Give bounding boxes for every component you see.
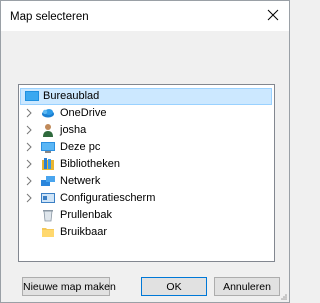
chevron-right-icon[interactable]	[25, 176, 33, 186]
tree-item-onedrive[interactable]: OneDrive	[20, 105, 272, 122]
tree-item-prullenbak[interactable]: Prullenbak	[20, 207, 272, 224]
tree-item-label: Bibliotheken	[60, 158, 120, 170]
tree-item-deze-pc[interactable]: Deze pc	[20, 139, 272, 156]
tree-item-label: OneDrive	[60, 107, 107, 119]
tree-item-bruikbaar[interactable]: Bruikbaar	[20, 224, 272, 241]
tree-item-label: Netwerk	[60, 175, 101, 187]
dialog-title: Map selecteren	[10, 11, 89, 23]
cancel-button[interactable]: Annuleren	[214, 277, 280, 296]
tree-item-label: Bruikbaar	[60, 226, 108, 238]
tree-item-netwerk[interactable]: Netwerk	[20, 173, 272, 190]
chevron-right-icon[interactable]	[25, 159, 33, 169]
tree-item-label: josha	[60, 124, 87, 136]
resize-grip-icon[interactable]	[279, 292, 287, 300]
ok-button[interactable]: OK	[141, 277, 207, 296]
onedrive-icon	[42, 109, 54, 118]
close-button[interactable]	[263, 5, 283, 25]
folder-select-dialog: Map selecteren Bureaublad OneDrive josha…	[0, 0, 290, 303]
folder-tree[interactable]: Bureaublad OneDrive josha Deze pc Biblio…	[18, 84, 275, 262]
chevron-right-icon[interactable]	[25, 125, 33, 135]
user-icon	[43, 124, 53, 137]
control-panel-icon	[41, 193, 55, 203]
tree-item-label: Deze pc	[60, 141, 101, 153]
new-folder-button[interactable]: Nieuwe map maken	[22, 277, 116, 296]
tree-item-label: Configuratiescherm	[60, 192, 156, 204]
libraries-icon	[42, 158, 54, 170]
desktop-icon	[25, 91, 39, 101]
tree-item-label: Prullenbak	[60, 209, 112, 221]
close-icon	[267, 9, 279, 21]
tree-item-bibliotheken[interactable]: Bibliotheken	[20, 156, 272, 173]
tree-item-josha[interactable]: josha	[20, 122, 272, 139]
chevron-right-icon[interactable]	[25, 142, 33, 152]
chevron-right-icon[interactable]	[25, 108, 33, 118]
recycle-bin-icon	[43, 210, 53, 222]
folder-icon	[42, 228, 54, 237]
chevron-right-icon[interactable]	[25, 193, 33, 203]
title-bar: Map selecteren	[1, 1, 289, 31]
tree-item-bureaublad[interactable]: Bureaublad	[20, 88, 272, 105]
tree-item-label: Bureaublad	[43, 90, 100, 102]
network-icon	[41, 176, 55, 186]
computer-icon	[41, 142, 55, 153]
tree-item-configuratiescherm[interactable]: Configuratiescherm	[20, 190, 272, 207]
